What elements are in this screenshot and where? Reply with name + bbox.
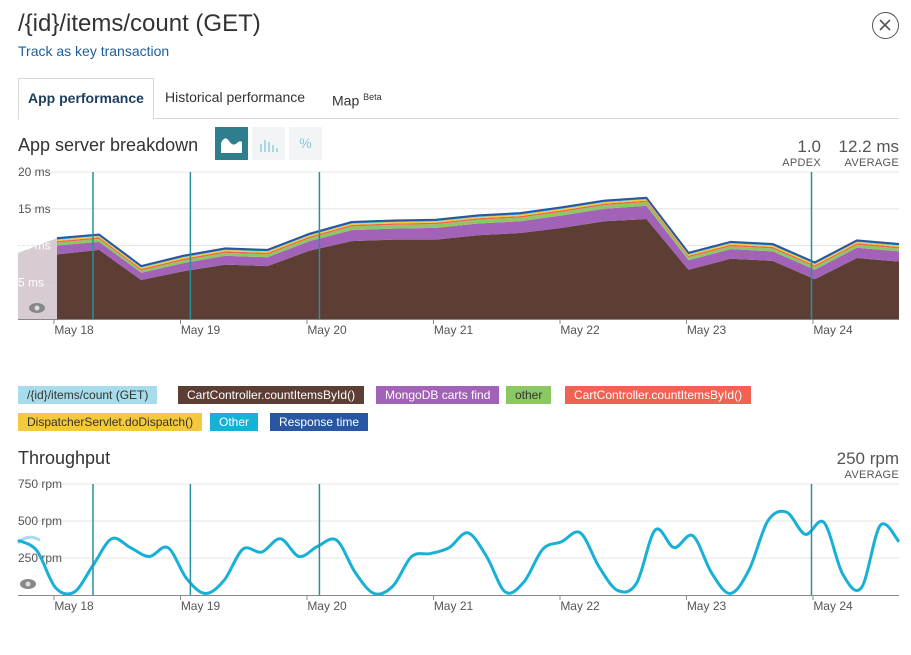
x-tick-label: May 22 (560, 323, 600, 337)
y-tick-label: 5 ms (18, 275, 44, 289)
x-tick-label: May 18 (54, 599, 94, 613)
throughput-line (17, 509, 901, 596)
throughput-average-value: 250 rpm (836, 449, 899, 468)
histogram-view-button[interactable] (252, 127, 285, 160)
legend-item[interactable]: DispatcherServlet.doDispatch() (18, 413, 203, 431)
legend-item[interactable]: CartController.countItemsById() (178, 386, 365, 404)
breakdown-title: App server breakdown (18, 135, 199, 155)
apdex-value: 1.0 (797, 137, 821, 156)
x-tick-label: May 19 (181, 599, 221, 613)
percent-icon: % (299, 135, 312, 151)
close-button[interactable] (872, 12, 899, 39)
x-tick-label: May 24 (813, 323, 853, 337)
x-tick-label: May 20 (307, 599, 347, 613)
legend-item[interactable]: CartController.countItemsById() (565, 386, 752, 404)
beta-badge: Beta (363, 92, 382, 102)
y-tick-label: 20 ms (18, 165, 51, 179)
throughput-title: Throughput (18, 448, 111, 468)
page-title: /{id}/items/count (GET) (18, 10, 261, 37)
eye-icon[interactable] (20, 579, 36, 589)
tab-bar: App performance Historical performance M… (18, 78, 899, 120)
throughput-chart: 750 rpm500 rpm250 rpmMay 18 May 19 May 20 M… (16, 477, 901, 613)
average-value: 12.2 ms (838, 137, 899, 156)
y-tick-label: 10 ms (18, 239, 51, 253)
area-view-button[interactable] (215, 127, 248, 160)
x-tick-label: May 21 (434, 599, 474, 613)
tab-map[interactable]: Map Beta (323, 78, 391, 119)
x-tick-label: May 24 (813, 599, 853, 613)
histogram-icon (260, 140, 278, 152)
app-server-breakdown-chart: 20 ms 15 ms 10 ms 5 ms May 18 May 19 May 20 May… (18, 165, 900, 337)
close-icon (879, 19, 891, 31)
x-tick-label: May 19 (181, 323, 221, 337)
x-tick-label: May 18 (54, 323, 94, 337)
tab-historical-performance[interactable]: Historical performance (156, 78, 314, 119)
x-tick-label: May 23 (687, 599, 727, 613)
legend-item[interactable]: Response time (270, 413, 369, 431)
legend-item[interactable]: /{id}/items/count (GET) (18, 386, 158, 404)
legend-item[interactable]: MongoDB carts find (376, 386, 500, 404)
eye-icon[interactable] (29, 303, 45, 313)
track-key-transaction-link[interactable]: Track as key transaction (18, 43, 169, 59)
area-chart-icon (221, 138, 242, 153)
tab-app-performance[interactable]: App performance (18, 78, 154, 120)
percent-view-button[interactable]: % (289, 127, 322, 160)
x-tick-label: May 22 (560, 599, 600, 613)
tab-map-label: Map (332, 92, 360, 109)
x-tick-label: May 23 (687, 323, 727, 337)
x-tick-label: May 20 (307, 323, 347, 337)
y-tick-label: 15 ms (18, 202, 51, 216)
legend-item[interactable]: other (506, 386, 552, 404)
y-tick-label: 750 rpm (18, 477, 62, 491)
x-tick-label: May 21 (434, 323, 474, 337)
y-tick-label: 500 rpm (18, 514, 62, 528)
legend-item[interactable]: Other (210, 413, 259, 431)
